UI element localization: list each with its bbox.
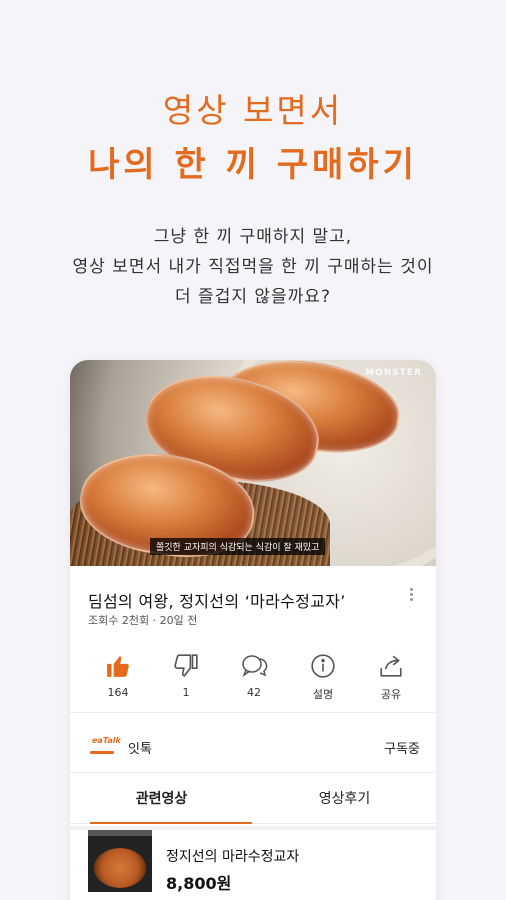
divider	[70, 772, 436, 773]
comment-button[interactable]: 42	[226, 652, 282, 699]
comment-count: 42	[247, 686, 261, 699]
comment-icon	[226, 652, 282, 680]
tab-related-videos[interactable]: 관련영상	[70, 774, 253, 824]
share-label: 공유	[380, 688, 402, 701]
product-card[interactable]: 정지선의 마라수정교자 8,800원	[70, 830, 436, 900]
description-line-1: 그냥 한 끼 구매하지 말고,	[153, 227, 353, 247]
like-button[interactable]: 164	[90, 652, 146, 699]
divider	[70, 712, 436, 713]
video-watermark: MONSTER	[365, 368, 422, 378]
hero-line-2: 나의 한 끼 구매하기	[88, 145, 418, 185]
channel-row[interactable]: eaTalk 잇톡 구독중	[70, 722, 436, 772]
dumpling-dish	[94, 848, 146, 888]
info-button[interactable]: 설명	[295, 652, 351, 702]
product-thumbnail[interactable]	[88, 830, 152, 892]
dislike-count: 1	[182, 686, 190, 699]
description-line-3: 더 즐겁지 않을까요?	[175, 287, 331, 307]
tab-bar: 관련영상 영상후기	[70, 774, 436, 824]
video-player[interactable]: MONSTER 쫄깃한 교자피의 식감되는 식감이 잘 재밌고	[70, 360, 436, 566]
channel-logo-text: eaTalk	[92, 736, 121, 745]
video-meta: 조회수 2천회 · 20일 전	[88, 614, 198, 627]
video-title: 딤섬의 여왕, 정지선의 ‘마라수정교자’	[88, 592, 346, 611]
hero-line-1: 영상 보면서	[162, 91, 344, 130]
share-button[interactable]: 공유	[363, 652, 419, 702]
product-price: 8,800원	[166, 874, 232, 893]
thumbs-down-icon	[158, 652, 214, 680]
thumbs-up-icon	[90, 652, 146, 680]
description-line-2: 영상 보면서 내가 직접먹을 한 끼 구매하는 것이	[72, 257, 434, 277]
tab-video-reviews[interactable]: 영상후기	[253, 774, 436, 824]
more-options-icon[interactable]	[410, 588, 414, 603]
channel-logo: eaTalk	[88, 732, 121, 756]
active-tab-indicator	[90, 822, 252, 824]
channel-name: 잇톡	[128, 742, 152, 757]
dislike-button[interactable]: 1	[158, 652, 214, 699]
info-label: 설명	[312, 688, 334, 701]
like-count: 164	[107, 686, 129, 699]
subscribe-button[interactable]: 구독중	[384, 738, 420, 757]
product-name: 정지선의 마라수정교자	[166, 849, 300, 865]
video-subtitle: 쫄깃한 교자피의 식감되는 식감이 잘 재밌고	[150, 538, 326, 555]
description: 그냥 한 끼 구매하지 말고, 영상 보면서 내가 직접먹을 한 끼 구매하는 …	[0, 222, 506, 312]
info-icon	[295, 652, 351, 680]
hero-heading: 영상 보면서 나의 한 끼 구매하기	[0, 88, 506, 190]
share-icon	[363, 652, 419, 680]
action-bar: 164 1 42 설명 공유	[70, 652, 436, 710]
phone-screen: MONSTER 쫄깃한 교자피의 식감되는 식감이 잘 재밌고 딤섬의 여왕, …	[70, 360, 436, 900]
